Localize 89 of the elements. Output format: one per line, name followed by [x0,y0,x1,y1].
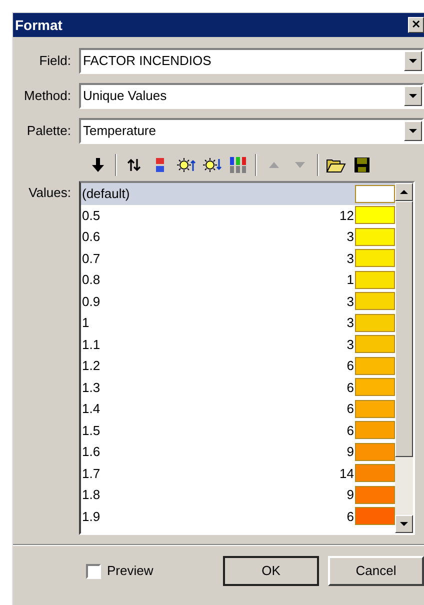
value-text: 1.6 [81,443,102,461]
value-text: 1.7 [81,464,102,482]
count-text: 6 [346,357,355,375]
value-text: 0.9 [81,292,102,310]
scroll-up-button[interactable] [395,183,413,201]
window-title: Format [15,16,62,34]
count-text: 6 [346,378,355,396]
color-swatch[interactable] [355,378,395,396]
down-triangle-icon [400,522,408,526]
count-text: 3 [346,292,355,310]
dropdown-field[interactable]: Unique Values [79,83,424,109]
preview-checkbox[interactable]: Preview [86,561,154,581]
value-row[interactable]: 1 3 [81,312,395,334]
count-text: 3 [346,336,355,354]
dialog-button[interactable]: OK [223,556,319,586]
color-swatch[interactable] [355,249,395,268]
dropdown-arrow-button[interactable] [404,121,422,141]
count-text: 14 [340,464,355,482]
caret-icon [409,129,417,133]
value-row[interactable]: 1.6 9 [81,441,395,462]
color-swatch[interactable] [355,421,395,440]
value-row[interactable]: 1.3 6 [81,376,395,398]
dialog-button[interactable]: Cancel [328,556,424,586]
count-text: 3 [346,228,355,246]
color-swatch[interactable] [355,400,395,418]
count-text: 6 [346,400,355,418]
dropdown-arrow-button[interactable] [404,51,422,71]
count-text: 3 [346,250,355,268]
value-text: 1.4 [81,400,102,418]
field-label: Method: [23,87,72,106]
value-text: 0.7 [81,250,102,268]
color-swatch[interactable] [355,228,395,246]
field-label: Palette: [26,122,72,140]
dropdown-field[interactable]: Temperature [79,118,424,144]
color-swatch[interactable] [355,184,395,203]
color-swatch[interactable] [355,335,395,354]
value-row[interactable]: 1.4 6 [81,398,395,420]
count-text: 6 [346,422,355,440]
value-text: 0.8 [81,271,102,289]
value-text: 1.1 [81,336,102,354]
caret-icon [409,59,417,63]
close-button[interactable]: ✕ [408,17,424,33]
color-swatch[interactable] [355,206,395,224]
color-swatch[interactable] [355,507,395,526]
value-row[interactable]: 1.5 6 [81,420,395,441]
field-label: Field: [38,52,72,70]
up-triangle-icon [400,190,408,194]
scroll-down-button[interactable] [395,515,413,533]
value-row[interactable]: 0.5 12 [81,204,395,226]
value-row[interactable]: 1.8 9 [81,484,395,506]
dropdown-field[interactable]: FACTOR INCENDIOS [79,48,424,74]
dropdown-value: Unique Values [82,87,168,106]
value-row[interactable]: 0.9 3 [81,290,395,312]
value-row[interactable]: 1.7 14 [81,462,395,484]
count-text: 6 [346,508,355,526]
value-text: 1.8 [81,486,102,504]
value-row[interactable]: 1.1 3 [81,334,395,355]
value-row[interactable]: 0.8 1 [81,269,395,290]
dropdown-value: FACTOR INCENDIOS [82,52,212,70]
value-text: 1.5 [81,422,102,440]
color-swatch[interactable] [355,292,395,310]
value-row[interactable]: (default) [81,183,395,204]
color-swatch[interactable] [355,464,395,482]
count-text: 9 [346,486,355,504]
value-text: 1.9 [81,508,102,526]
value-text: 0.5 [81,206,102,224]
caret-icon [409,94,417,98]
color-swatch[interactable] [355,270,395,289]
dropdown-arrow-button[interactable] [404,86,422,106]
values-label: Values: [28,184,72,202]
value-row[interactable]: 1.9 6 [81,506,395,527]
value-text: (default) [81,185,131,203]
count-text: 12 [340,206,355,224]
count-text: 9 [346,443,355,461]
value-row[interactable]: 0.6 3 [81,226,395,248]
value-text: 1.3 [81,378,102,396]
value-text: 1.2 [81,357,102,375]
count-text: 1 [346,271,355,289]
value-text: 0.6 [81,228,102,246]
value-text: 1 [81,314,90,332]
color-swatch[interactable] [355,314,395,332]
value-row[interactable]: 0.7 3 [81,248,395,269]
value-row[interactable]: 1.2 6 [81,355,395,376]
color-swatch[interactable] [355,356,395,375]
color-swatch[interactable] [355,486,395,504]
count-text: 3 [346,314,355,332]
color-swatch[interactable] [355,442,395,461]
dropdown-value: Temperature [82,122,157,140]
scrollbar[interactable] [395,183,413,533]
